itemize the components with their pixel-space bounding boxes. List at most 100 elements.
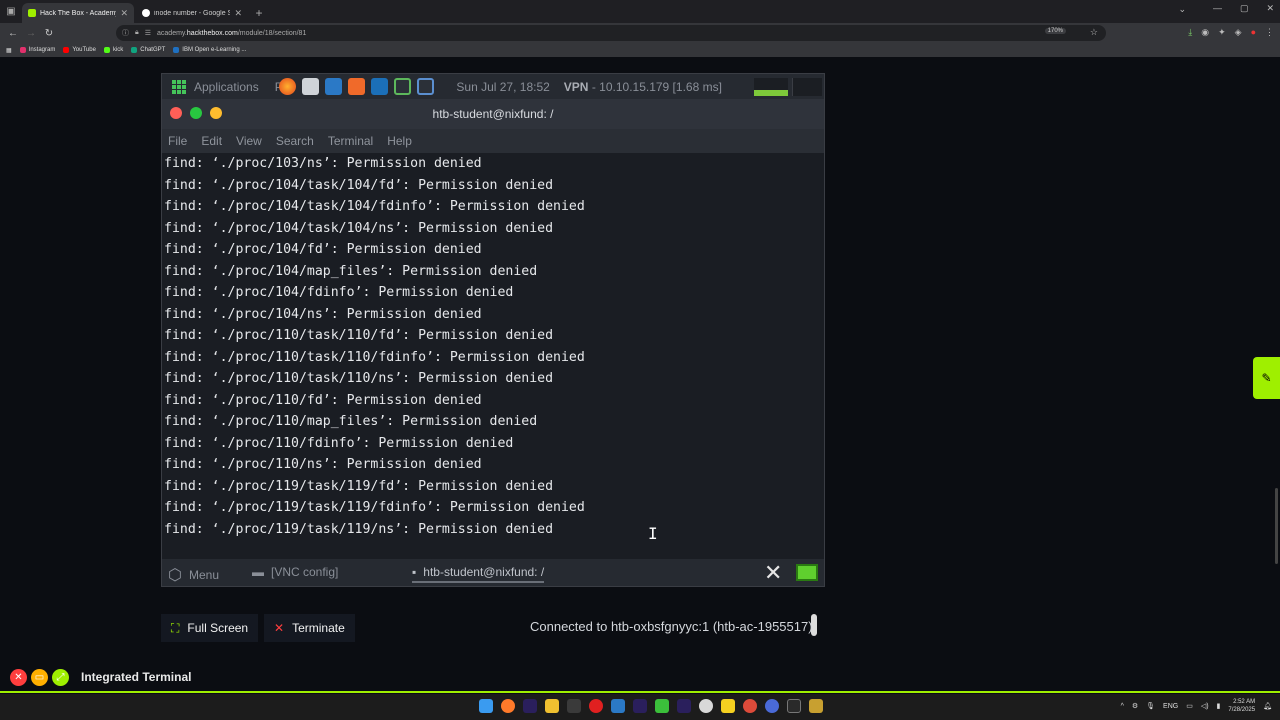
game-icon[interactable]	[809, 699, 823, 713]
tab-list-chevron-icon[interactable]: ⌄	[1178, 4, 1186, 15]
terminal-line: find: ‘./proc/110/map_files’: Permission…	[164, 414, 538, 429]
vnc-viewer[interactable]: Applications Pl Sun Jul 27, 18:52 VPN - …	[161, 73, 825, 636]
profile-icon[interactable]: ◉	[1201, 27, 1209, 38]
info-icon[interactable]: ⓘ	[122, 28, 129, 38]
terminal-line: find: ‘./proc/104/task/104/ns’: Permissi…	[164, 220, 554, 236]
tab-search-icon[interactable]: ▣	[0, 0, 22, 23]
vscode-icon[interactable]	[611, 699, 625, 713]
menu-search[interactable]: Search	[276, 134, 314, 148]
notes-icon[interactable]	[721, 699, 735, 713]
bookmark-chatgpt[interactable]: ChatGPT	[131, 47, 165, 53]
more-menu-icon[interactable]: ⋮	[1265, 27, 1274, 38]
start-menu-button[interactable]: ⬡ Menu	[168, 565, 219, 585]
menu-terminal[interactable]: Terminal	[328, 134, 373, 148]
tray-chevron-icon[interactable]: ^	[1121, 703, 1124, 710]
maximize-window-icon[interactable]	[190, 107, 202, 119]
full-screen-button[interactable]: ⛶ Full Screen	[161, 614, 259, 642]
tab-google-search[interactable]: inode number - Google Search ✕	[136, 3, 248, 23]
microphone-icon[interactable]: 🎙︎	[1146, 702, 1155, 710]
back-arrow-icon[interactable]: ←	[4, 28, 22, 39]
network-icon[interactable]: ▭	[1186, 702, 1193, 710]
bookmark-star-icon[interactable]: ☆	[1090, 27, 1098, 38]
screenshot-icon[interactable]	[417, 78, 435, 95]
bookmark-youtube[interactable]: YouTube	[63, 47, 96, 53]
workspace-switcher[interactable]	[796, 564, 818, 581]
terminal-launcher-icon[interactable]	[394, 78, 412, 95]
menu-view[interactable]: View	[236, 134, 262, 148]
menu-file[interactable]: File	[168, 134, 187, 148]
terminal-icon[interactable]	[787, 699, 801, 713]
close-window-icon[interactable]: ✕	[1266, 3, 1274, 14]
recorder-icon[interactable]	[589, 699, 603, 713]
photos-icon[interactable]	[567, 699, 581, 713]
notification-icon[interactable]: 🔔︎	[1263, 702, 1272, 710]
vscode-icon[interactable]	[325, 78, 343, 95]
tor-icon[interactable]	[699, 699, 713, 713]
reload-icon[interactable]: ↻	[40, 28, 58, 39]
burp-icon[interactable]	[348, 78, 366, 95]
volume-icon[interactable]: ◁)	[1201, 702, 1209, 710]
hack-app-icon[interactable]	[655, 699, 669, 713]
tab-hack-the-box[interactable]: Hack The Box - Academy ✕	[22, 3, 134, 23]
htb-favicon-icon	[28, 9, 36, 17]
settings-gear-icon[interactable]: ⚙	[1132, 702, 1138, 710]
windows-start-icon[interactable]	[479, 699, 493, 713]
minimize-icon[interactable]: —	[1213, 3, 1222, 14]
close-circle-icon[interactable]: ✕	[10, 668, 27, 686]
zoom-badge[interactable]: 170%	[1044, 28, 1066, 34]
maximize-icon[interactable]: ▢	[1240, 3, 1249, 14]
forward-arrow-icon[interactable]: →	[22, 28, 40, 39]
close-icon: ✕	[274, 621, 285, 635]
text-cursor-icon: I	[648, 524, 658, 543]
menu-edit[interactable]: Edit	[201, 134, 222, 148]
close-icon[interactable]: ✕	[764, 562, 782, 584]
chrome-icon[interactable]	[743, 699, 757, 713]
network-graph	[792, 78, 822, 96]
terminate-button[interactable]: ✕ Terminate	[264, 614, 355, 642]
bookmark-instagram[interactable]: Instagram	[19, 47, 55, 53]
panel-clock[interactable]: Sun Jul 27, 18:52	[456, 80, 549, 94]
pencil-tab-icon[interactable]: ✎	[1253, 357, 1280, 399]
system-clock[interactable]: 2:52 AM 7/28/2025	[1228, 698, 1255, 714]
new-tab-button[interactable]: +	[250, 3, 268, 23]
site-settings-icon[interactable]: ☰	[145, 29, 151, 37]
menu-help[interactable]: Help	[387, 134, 412, 148]
firefox-icon[interactable]	[501, 699, 515, 713]
terminal-line: find: ‘./proc/103/ns’: Permission denied	[164, 156, 482, 171]
premiere-icon[interactable]	[523, 699, 537, 713]
address-bar[interactable]: ⓘ 🔒︎ ☰ academy.hackthebox.com/module/18/…	[116, 25, 1106, 41]
download-icon[interactable]: ⤓	[1188, 27, 1192, 38]
lock-icon: 🔒︎	[135, 29, 139, 36]
cube-menu-icon: ⬡	[168, 567, 182, 584]
record-icon[interactable]: ●	[1251, 27, 1256, 38]
page-scrollbar[interactable]	[1275, 488, 1278, 564]
bookmark-kick[interactable]: kick	[103, 47, 123, 53]
close-window-icon[interactable]	[170, 107, 182, 119]
wireshark-icon[interactable]	[371, 78, 389, 95]
expand-circle-icon[interactable]: ⤢	[52, 668, 69, 686]
tab-close-icon[interactable]: ✕	[234, 8, 242, 19]
premiere-pro-icon[interactable]	[677, 699, 691, 713]
task-terminal[interactable]: ▪ htb-student@nixfund: /	[412, 565, 545, 583]
firefox-icon[interactable]	[279, 78, 297, 95]
file-explorer-icon[interactable]	[545, 699, 559, 713]
url-text[interactable]: academy.hackthebox.com/module/18/section…	[157, 30, 306, 37]
remote-icon[interactable]	[765, 699, 779, 713]
minimize-window-icon[interactable]	[210, 107, 222, 119]
terminal-titlebar[interactable]: htb-student@nixfund: /	[162, 99, 824, 129]
after-effects-icon[interactable]	[633, 699, 647, 713]
extension-icon[interactable]: ◈	[1235, 27, 1242, 38]
text-editor-icon[interactable]	[302, 78, 320, 95]
tab-close-icon[interactable]: ✕	[120, 8, 128, 19]
apps-icon[interactable]: ▦	[6, 47, 12, 54]
applications-menu[interactable]: Applications	[194, 80, 259, 94]
extension-icon[interactable]: ✦	[1218, 27, 1226, 38]
integrated-terminal-label[interactable]: Integrated Terminal	[81, 670, 191, 684]
applications-grid-icon[interactable]	[172, 79, 186, 94]
lang-indicator[interactable]: ENG	[1163, 703, 1178, 710]
bookmark-ibm[interactable]: IBM Open e-Learning ...	[173, 47, 246, 53]
minimize-circle-icon[interactable]: ▭	[31, 668, 48, 686]
battery-icon[interactable]: ▮	[1217, 702, 1221, 710]
task-vnc-config[interactable]: ▬ [VNC config]	[252, 565, 338, 579]
terminal-output[interactable]: find: ‘./proc/103/ns’: Permission denied…	[162, 153, 824, 636]
